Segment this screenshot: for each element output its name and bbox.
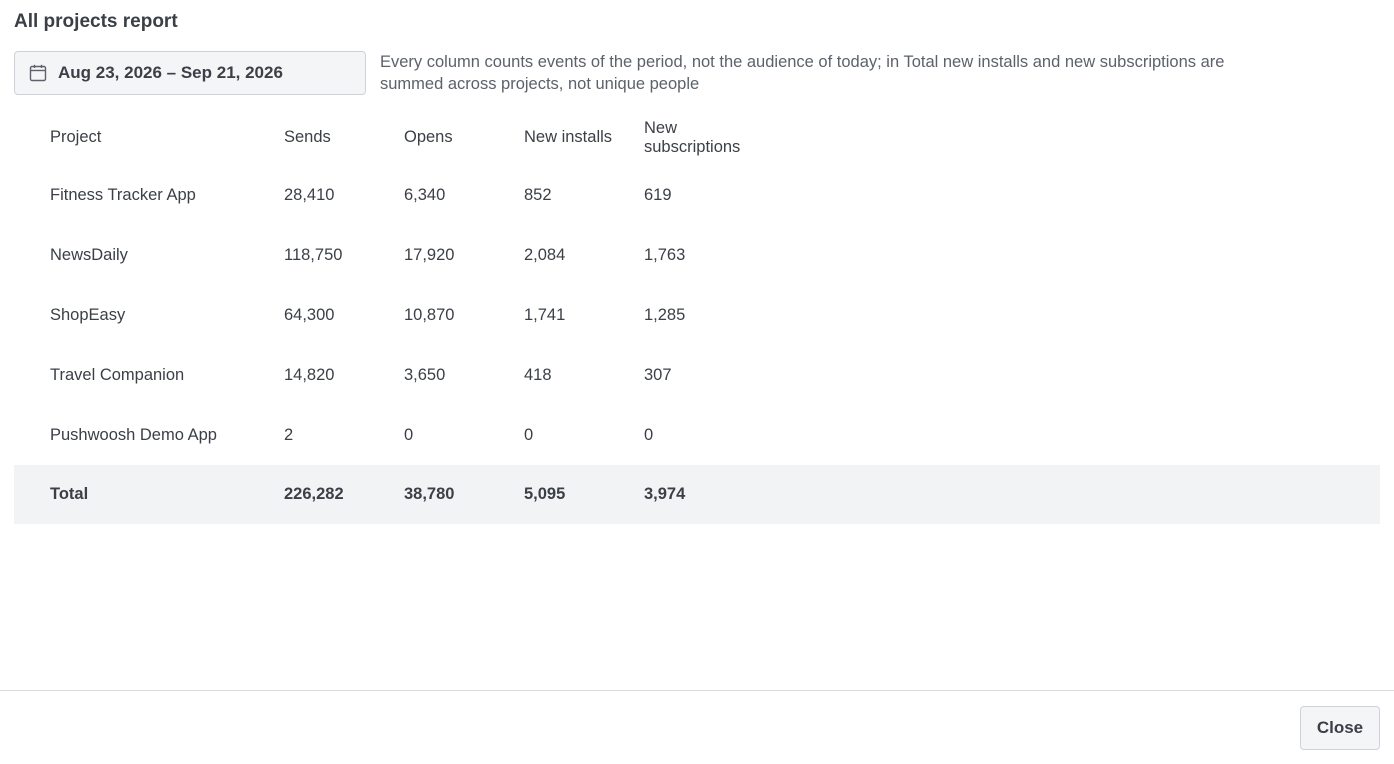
column-header-sends: Sends — [284, 128, 331, 146]
project-name: NewsDaily — [50, 245, 128, 264]
new-subscriptions-value: 1,763 — [644, 245, 686, 264]
report-table: Project Sends Opens New installs New sub… — [14, 110, 1380, 524]
opens-value: 6,340 — [404, 185, 446, 204]
project-name: Pushwoosh Demo App — [50, 425, 217, 444]
table-header: Project Sends Opens New installs New sub… — [14, 110, 1380, 165]
opens-value: 3,650 — [404, 365, 446, 384]
report-modal: All projects report Aug 23, 2026 – Sep 2… — [0, 0, 1394, 764]
modal-footer: Close — [0, 690, 1394, 764]
total-opens: 38,780 — [404, 485, 455, 503]
new-installs-value: 2,084 — [524, 245, 566, 264]
table-row: Fitness Tracker App 28,410 6,340 852 619 — [14, 165, 1380, 225]
table-row: Pushwoosh Demo App 2 0 0 0 — [14, 405, 1380, 465]
table-row: ShopEasy 64,300 10,870 1,741 1,285 — [14, 285, 1380, 345]
total-new-subscriptions: 3,974 — [644, 485, 686, 503]
calendar-icon — [29, 64, 47, 82]
new-subscriptions-value: 0 — [644, 425, 654, 444]
project-name: ShopEasy — [50, 305, 126, 324]
new-subscriptions-value: 619 — [644, 185, 672, 204]
sends-value: 2 — [284, 425, 294, 444]
new-installs-value: 0 — [524, 425, 534, 444]
table-total-row: Total 226,282 38,780 5,095 3,974 — [14, 465, 1380, 524]
new-installs-value: 1,741 — [524, 305, 566, 324]
opens-value: 0 — [404, 425, 414, 444]
date-range-value: Aug 23, 2026 – Sep 21, 2026 — [58, 63, 283, 82]
column-header-opens: Opens — [404, 128, 453, 146]
sends-value: 118,750 — [284, 245, 343, 264]
sends-value: 28,410 — [284, 185, 335, 204]
opens-value: 17,920 — [404, 245, 455, 264]
total-new-installs: 5,095 — [524, 485, 566, 503]
close-button[interactable]: Close — [1300, 706, 1380, 750]
column-header-new-installs: New installs — [524, 128, 613, 146]
total-sends: 226,282 — [284, 485, 344, 503]
date-range-picker[interactable]: Aug 23, 2026 – Sep 21, 2026 — [14, 51, 366, 95]
project-name: Travel Companion — [50, 365, 185, 384]
sends-value: 14,820 — [284, 365, 335, 384]
project-name: Fitness Tracker App — [50, 185, 196, 204]
new-subscriptions-value: 307 — [644, 365, 672, 384]
new-subscriptions-value: 1,285 — [644, 305, 686, 324]
new-installs-value: 418 — [524, 365, 552, 384]
table-row: NewsDaily 118,750 17,920 2,084 1,763 — [14, 225, 1380, 285]
column-header-new-subscriptions: New subscriptions — [644, 118, 741, 156]
report-hint: Every column counts events of the period… — [380, 53, 1225, 93]
page-title: All projects report — [14, 11, 178, 32]
sends-value: 64,300 — [284, 305, 335, 324]
new-installs-value: 852 — [524, 185, 552, 204]
opens-value: 10,870 — [404, 305, 455, 324]
table-row: Travel Companion 14,820 3,650 418 307 — [14, 345, 1380, 405]
total-label: Total — [50, 485, 89, 503]
column-header-project: Project — [50, 128, 102, 146]
